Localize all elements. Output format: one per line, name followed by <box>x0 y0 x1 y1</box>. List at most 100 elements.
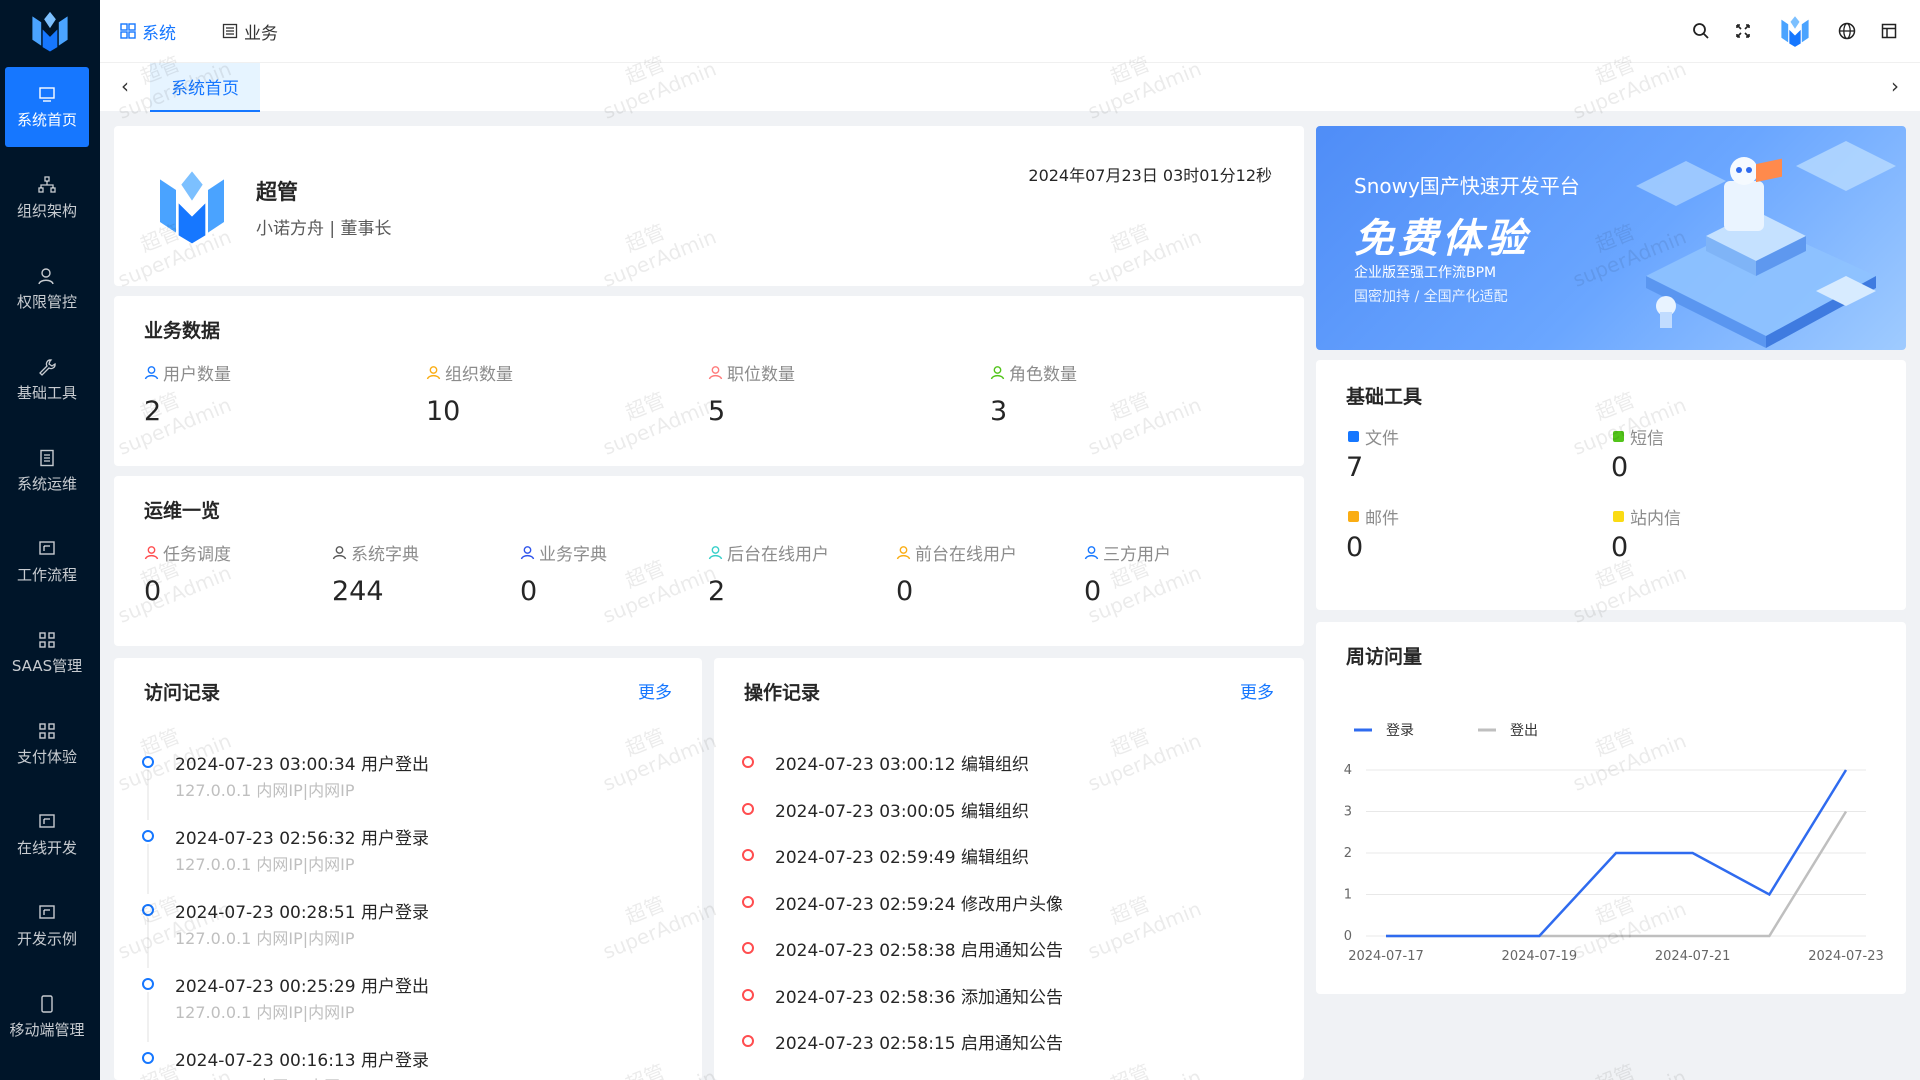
visit-log-title: 访问记录 <box>144 682 221 704</box>
business-data-card: 业务数据 用户数量 2 组织数量 10 职位数量 5 角色数量 3 <box>114 296 1304 466</box>
tool-icon <box>1346 429 1361 444</box>
timeline-dot <box>142 978 154 990</box>
sidebar-item-6[interactable]: SAAS管理 <box>5 613 89 693</box>
sidebar-item-10[interactable]: 移动端管理 <box>5 977 89 1057</box>
ops-stat-value: 244 <box>332 576 384 607</box>
timeline-dot <box>142 904 154 916</box>
operation-log-more-link[interactable]: 更多 <box>1240 678 1274 703</box>
user-avatar[interactable] <box>1764 10 1826 52</box>
sidebar-item-4[interactable]: 系统运维 <box>5 431 89 511</box>
user-lock-icon <box>38 267 56 285</box>
visit-log-ip: 127.0.0.1 内网IP|内网IP <box>175 929 355 948</box>
chart-y-tick: 1 <box>1344 888 1352 903</box>
promo-banner[interactable]: Snowy国产快速开发平台 免费体验 企业版至强工作流BPM 国密加持 / 全国… <box>1316 126 1906 350</box>
sidebar-item-9[interactable]: 开发示例 <box>5 886 89 966</box>
sidebar-item-2[interactable]: 权限管控 <box>5 249 89 329</box>
stat-label-text: 业务字典 <box>539 545 607 565</box>
snowy-logo-icon <box>32 11 68 52</box>
watermark-line2: superAdmin <box>1569 1065 1689 1080</box>
code-icon <box>38 904 56 922</box>
timeline-line <box>147 918 149 968</box>
chart-y-tick: 3 <box>1344 805 1352 820</box>
tool-icon <box>1611 509 1626 524</box>
chart-y-tick: 4 <box>1344 763 1352 778</box>
chart-legend-label[interactable]: 登出 <box>1510 723 1538 739</box>
fullscreen-button[interactable] <box>1722 10 1764 52</box>
stat-icon <box>708 365 723 380</box>
business-stat-label: 职位数量 <box>708 360 795 385</box>
timeline-dot <box>142 830 154 842</box>
layout-setting-button[interactable] <box>1868 10 1910 52</box>
ops-stat-value: 0 <box>144 576 162 607</box>
ops-stat-value: 2 <box>708 576 726 607</box>
business-stat-label: 角色数量 <box>990 360 1077 385</box>
globe-icon <box>1838 22 1856 40</box>
sidebar-item-7[interactable]: 支付体验 <box>5 704 89 784</box>
code-icon <box>38 813 56 831</box>
operation-log-text: 2024-07-23 03:00:05 编辑组织 <box>775 801 1029 822</box>
ops-stat-label: 系统字典 <box>332 540 419 565</box>
visit-log-more-link[interactable]: 更多 <box>638 678 672 703</box>
operation-log-text: 2024-07-23 02:58:15 启用通知公告 <box>775 1034 1063 1054</box>
sidebar-item-8[interactable]: 在线开发 <box>5 795 89 875</box>
sidebar-item-label: 在线开发 <box>16 838 77 857</box>
visit-log-card: 访问记录 更多 2024-07-23 03:00:34 用户登出 127.0.0.… <box>114 658 702 1080</box>
stat-icon <box>332 545 347 560</box>
operation-log-card: 操作记录 更多 2024-07-23 03:00:12 编辑组织 2024-07-… <box>714 658 1304 1080</box>
tab-scroll-left[interactable]: ‹ <box>110 71 140 101</box>
timeline-line <box>147 992 149 1042</box>
stat-label-text: 职位数量 <box>727 365 795 385</box>
isometric-illustration-icon <box>1636 141 1896 348</box>
chart-legend-label[interactable]: 登录 <box>1386 723 1414 739</box>
stat-label-text: 任务调度 <box>163 545 231 565</box>
fullscreen-icon <box>1736 24 1750 38</box>
business-stat-value: 3 <box>990 396 1008 427</box>
sidebar-item-label: 工作流程 <box>16 565 77 584</box>
sidebar-item-label: 系统运维 <box>16 474 77 493</box>
top-right-tools <box>1680 0 1920 62</box>
timeline-dot <box>142 756 154 768</box>
workflow-icon <box>38 540 56 558</box>
operation-log-title: 操作记录 <box>744 682 821 704</box>
top-menu-system[interactable]: 系统 <box>120 19 176 44</box>
tool-label-text: 短信 <box>1630 429 1664 449</box>
visit-log-ip: 127.0.0.1 内网IP|内网IP <box>175 1003 355 1022</box>
timeline-dot <box>742 988 754 1001</box>
layout-icon <box>1881 23 1897 39</box>
language-button[interactable] <box>1826 10 1868 52</box>
visit-log-ip: 127.0.0.1 内网IP|内网IP <box>175 1073 355 1080</box>
timeline-dot <box>742 1035 754 1047</box>
tool-stat-value: 0 <box>1346 532 1364 563</box>
visit-log-text: 2024-07-23 00:28:51 用户登录 <box>175 903 429 923</box>
stat-label-text: 用户数量 <box>163 365 231 385</box>
ops-stat-label: 任务调度 <box>144 540 231 565</box>
stat-icon <box>144 545 159 560</box>
ops-stat-value: 0 <box>1084 576 1102 607</box>
list-icon <box>222 23 238 39</box>
tab-home[interactable]: 系统首页 <box>150 63 260 112</box>
tool-stat-value: 7 <box>1346 452 1364 483</box>
operation-log-text: 2024-07-23 02:59:49 编辑组织 <box>775 848 1029 868</box>
tab-bar: ‹ 系统首页 › <box>100 62 1920 112</box>
sidebar-item-5[interactable]: 工作流程 <box>5 522 89 602</box>
ops-overview-title: 运维一览 <box>144 500 221 522</box>
sidebar-item-label: 支付体验 <box>16 747 77 766</box>
watermark: 超管superAdmin <box>1560 1042 1689 1080</box>
sidebar-item-1[interactable]: 组织架构 <box>5 158 89 238</box>
sidebar-item-label: SAAS管理 <box>11 656 83 675</box>
search-button[interactable] <box>1680 10 1722 52</box>
document-icon <box>38 449 56 467</box>
sidebar-item-3[interactable]: 基础工具 <box>5 340 89 420</box>
stat-label-text: 后台在线用户 <box>727 545 829 565</box>
profile-name: 超管 <box>256 180 298 204</box>
tab-home-label: 系统首页 <box>171 79 239 99</box>
sidebar-item-label: 开发示例 <box>16 929 77 948</box>
tab-scroll-right[interactable]: › <box>1880 71 1910 101</box>
grid-icon <box>120 23 136 39</box>
top-menu-business[interactable]: 业务 <box>222 19 278 44</box>
sidebar-item-0[interactable]: 系统首页 <box>5 67 89 147</box>
business-stat-label: 组织数量 <box>426 360 513 385</box>
stat-label-text: 组织数量 <box>445 365 513 385</box>
app-logo[interactable] <box>0 0 100 62</box>
tool-label-text: 邮件 <box>1365 509 1399 529</box>
